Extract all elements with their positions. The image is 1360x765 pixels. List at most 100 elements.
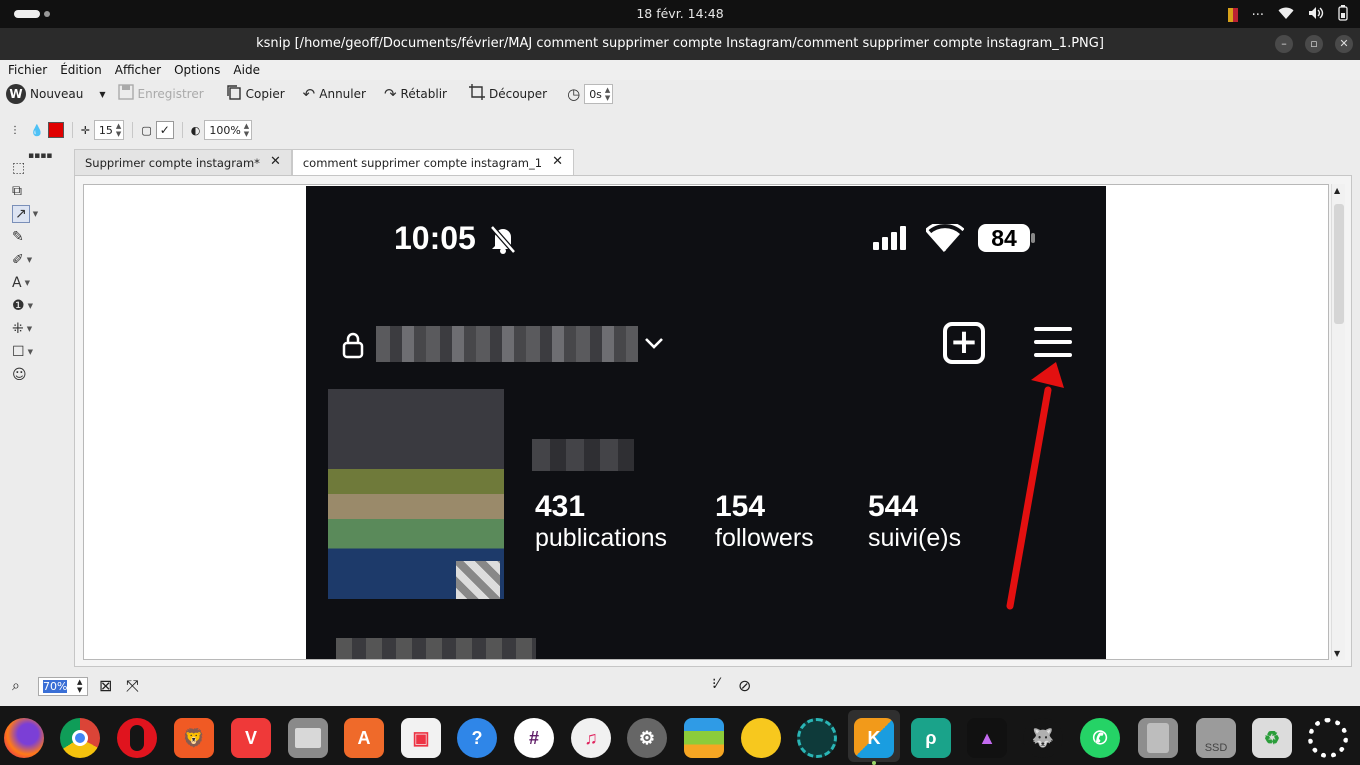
width-control: ✛ 15 ▲ ▼ <box>76 120 130 140</box>
spin-arrows-icon[interactable]: ▲ ▼ <box>605 86 610 102</box>
more-icon[interactable]: ··· <box>1252 8 1264 23</box>
menu-afficher[interactable]: Afficher <box>107 60 166 80</box>
opacity-input[interactable]: 100% ▲ ▼ <box>204 120 253 140</box>
arrow-tool-icon[interactable]: ↗ ▼ <box>12 204 46 224</box>
new-button-label: Nouveau <box>30 87 84 101</box>
spin-arrows-icon[interactable]: ▲ ▼ <box>244 122 249 138</box>
tab-comment-supprimer[interactable]: comment supprimer compte instagram_1 ✕ <box>291 149 574 175</box>
rectangle-tool-icon[interactable]: ☐ ▼ <box>12 342 46 362</box>
opera-icon[interactable] <box>117 718 157 758</box>
magic-wand-icon[interactable]: ⁝⁄ <box>712 676 719 692</box>
photopea-icon[interactable]: ρ <box>911 718 951 758</box>
slack-icon[interactable]: # <box>514 718 554 758</box>
yellow-app-icon[interactable] <box>741 718 781 758</box>
no-entry-icon[interactable]: ⊘ <box>738 676 751 695</box>
blur-tool-icon[interactable]: ⁜ ▼ <box>12 319 46 339</box>
menu-edition[interactable]: Édition <box>52 60 107 80</box>
gimp-icon[interactable]: 🐺 <box>1023 718 1063 758</box>
system-tray: ··· <box>1227 5 1348 25</box>
pen-tool-icon[interactable]: ✎ <box>12 227 46 247</box>
close-tab-icon[interactable]: ✕ <box>270 155 281 175</box>
save-icon <box>117 84 134 104</box>
firefox-icon[interactable] <box>4 718 44 758</box>
phone-wifi-icon <box>924 221 965 255</box>
tab-supprimer-compte[interactable]: Supprimer compte instagram* ✕ <box>74 149 292 175</box>
expand-icon[interactable]: ⤧ <box>126 676 139 696</box>
close-button[interactable]: ✕ <box>1335 35 1353 53</box>
menu-options[interactable]: Options <box>166 60 225 80</box>
width-input[interactable]: 15 ▲ ▼ <box>93 120 125 140</box>
crop-button[interactable]: Découper <box>463 82 553 106</box>
redo-button[interactable]: ↷ Rétablir <box>378 82 453 106</box>
spot-icon[interactable] <box>797 718 837 758</box>
affinity-icon[interactable]: ▲ <box>967 718 1007 758</box>
duplicate-tool-icon[interactable]: ⧉ <box>12 181 46 201</box>
text-tool-icon[interactable]: A ▼ <box>12 273 46 293</box>
scroll-thumb[interactable] <box>1334 204 1344 324</box>
wifi-icon[interactable] <box>1278 7 1294 24</box>
vivaldi-icon[interactable]: V <box>231 718 271 758</box>
timer-icon: ◷ <box>567 85 581 103</box>
delay-input[interactable]: 0s ▲ ▼ <box>584 84 614 104</box>
fit-window-icon[interactable]: ⊠ <box>99 676 112 695</box>
minimize-button[interactable]: – <box>1275 35 1293 53</box>
create-post-icon: + <box>943 322 985 364</box>
spin-arrows-icon[interactable]: ▲ ▼ <box>77 678 82 694</box>
crop-button-label: Découper <box>488 87 548 101</box>
save-button-label: Enregistrer <box>137 87 204 101</box>
circle-app-icon[interactable] <box>1308 718 1348 758</box>
lock-icon <box>342 331 364 362</box>
trash-icon[interactable]: ♻ <box>1252 718 1292 758</box>
battery-icon[interactable] <box>1338 5 1348 25</box>
ssd-icon[interactable]: SSD <box>1196 718 1236 758</box>
vertical-scrollbar[interactable]: ▲ ▼ <box>1331 184 1345 660</box>
close-tab-icon[interactable]: ✕ <box>552 155 563 175</box>
chevron-down-icon <box>644 336 664 353</box>
sticker-tool-icon[interactable]: ☺ <box>12 365 46 385</box>
zoom-icon: ⌕ <box>12 678 20 694</box>
red-arrow-annotation <box>1006 362 1064 610</box>
brave-icon[interactable]: 🦁 <box>174 718 214 758</box>
image-viewport[interactable]: 10:05 84 + 431 publications 154 follower… <box>83 184 1329 660</box>
save-button[interactable]: Enregistrer <box>112 82 210 106</box>
opacity-value: 100% <box>209 123 241 137</box>
ksnip-icon[interactable]: K <box>854 718 894 758</box>
settings-icon[interactable]: ⚙ <box>627 718 667 758</box>
help-icon[interactable]: ? <box>457 718 497 758</box>
layers-icon[interactable] <box>684 718 724 758</box>
drive-icon[interactable] <box>1138 718 1178 758</box>
files-icon[interactable] <box>288 718 328 758</box>
scroll-up-icon[interactable]: ▲ <box>1334 186 1340 195</box>
undo-button[interactable]: ↶ Annuler <box>297 82 372 106</box>
bag-store-icon[interactable]: ▣ <box>401 718 441 758</box>
appstore-icon[interactable]: A <box>344 718 384 758</box>
editor-canvas[interactable]: 10:05 84 + 431 publications 154 follower… <box>74 175 1352 667</box>
copy-button[interactable]: Copier <box>220 82 291 106</box>
drag-handle-icon[interactable]: ⋮ <box>0 125 25 136</box>
menu-fichier[interactable]: Fichier <box>0 60 52 80</box>
menu-aide[interactable]: Aide <box>225 60 265 80</box>
music-icon[interactable]: ♫ <box>571 718 611 758</box>
width-value: 15 <box>98 123 113 137</box>
shadow-control: ▢ ✓ <box>136 121 178 139</box>
chevron-down-icon[interactable]: ▼ <box>99 90 105 99</box>
new-button[interactable]: W Nouveau ▼ <box>0 82 112 106</box>
system-clock[interactable]: 18 févr. 14:48 <box>0 6 1360 21</box>
app-indicator-icon[interactable] <box>1227 8 1238 22</box>
crop-icon <box>468 84 485 104</box>
blurred-bio <box>336 638 536 659</box>
redo-icon: ↷ <box>383 85 397 103</box>
whatsapp-icon[interactable]: ✆ <box>1080 718 1120 758</box>
maximize-button[interactable]: ▫ <box>1305 35 1323 53</box>
color-picker[interactable]: 💧 <box>25 122 69 138</box>
spin-arrows-icon[interactable]: ▲ ▼ <box>116 122 121 138</box>
volume-icon[interactable] <box>1308 6 1324 24</box>
marker-tool-icon[interactable]: ✐ ▼ <box>12 250 46 270</box>
tab-label: Supprimer compte instagram* <box>85 156 260 170</box>
select-tool-icon[interactable]: ⬚ <box>12 158 46 178</box>
color-swatch[interactable] <box>47 122 64 138</box>
chrome-icon[interactable] <box>60 718 100 758</box>
number-tool-icon[interactable]: ❶ ▼ <box>12 296 46 316</box>
shadow-checkbox[interactable]: ✓ <box>155 121 174 139</box>
scroll-down-icon[interactable]: ▼ <box>1334 649 1340 658</box>
